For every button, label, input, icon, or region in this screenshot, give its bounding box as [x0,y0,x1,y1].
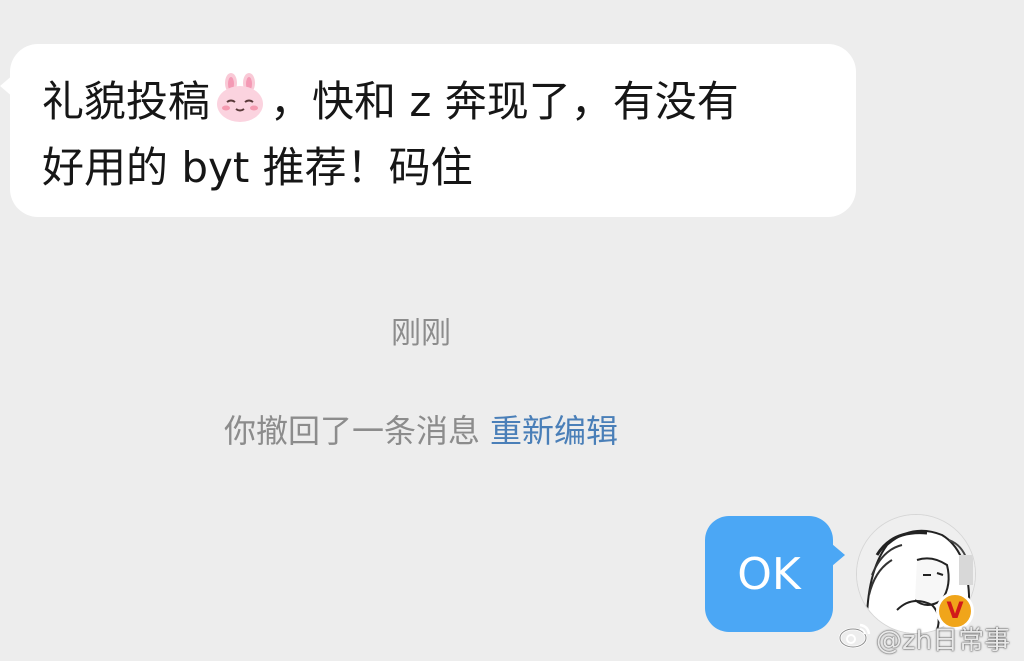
recall-text: 你撤回了一条消息 [223,412,480,450]
incoming-message-bubble[interactable]: 礼貌投稿 ，快和 z 奔现了，有没有 好用的 byt 推荐！码住 [0,44,856,217]
incoming-message-line-1: 礼貌投稿 ，快和 z 奔现了，有没有 [42,72,826,139]
watermark-text: @zh日常事 [876,625,1011,656]
watermark: @zh日常事 [838,620,1010,656]
incoming-message-line-2: 好用的 byt 推荐！码住 [42,143,473,192]
timestamp: 刚刚 [391,316,451,351]
weibo-icon [838,621,872,656]
outgoing-message-text: OK [737,548,801,600]
rabbit-face-emoji-icon [214,72,266,139]
message-text-part: ，快和 z 奔现了，有没有 [270,77,739,126]
message-text-part: 礼貌投稿 [42,77,211,126]
outgoing-message-bubble[interactable]: OK [705,516,845,632]
recall-notice: 你撤回了一条消息 重新编辑 [0,406,842,452]
reedit-link[interactable]: 重新编辑 [490,412,618,450]
